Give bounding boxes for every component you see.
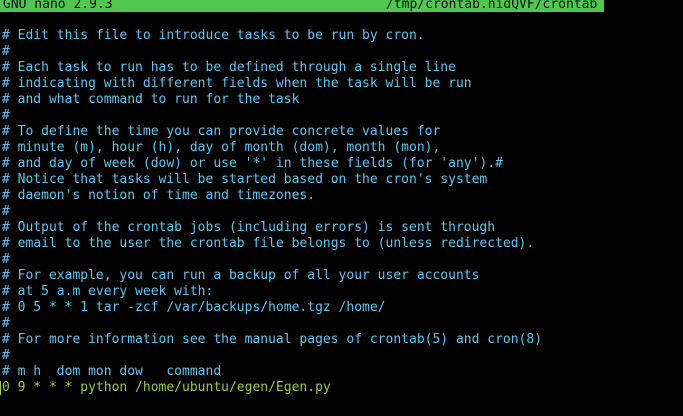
- line-edge-marker: [0, 381, 1, 395]
- editor-line[interactable]: # Notice that tasks will be started base…: [2, 172, 683, 188]
- editor-line[interactable]: # at 5 a.m every week with:: [2, 284, 683, 300]
- editor-line[interactable]: # For example, you can run a backup of a…: [2, 268, 683, 284]
- editor-line[interactable]: # For more information see the manual pa…: [2, 332, 683, 348]
- editor-line[interactable]: # indicating with different fields when …: [2, 76, 683, 92]
- editor-line[interactable]: #: [2, 316, 683, 332]
- editor-line[interactable]: # Each task to run has to be defined thr…: [2, 60, 683, 76]
- editor-line[interactable]: # To define the time you can provide con…: [2, 124, 683, 140]
- editor-line[interactable]: # m h dom mon dow command: [2, 364, 683, 380]
- editor-line[interactable]: # daemon's notion of time and timezones.: [2, 188, 683, 204]
- editor-line[interactable]: # email to the user the crontab file bel…: [2, 236, 683, 252]
- cron-job-line[interactable]: 0 9 * * * python /home/ubuntu/egen/Egen.…: [2, 380, 683, 396]
- editor-line[interactable]: # Output of the crontab jobs (including …: [2, 220, 683, 236]
- editor-line[interactable]: #: [2, 252, 683, 268]
- editor-line[interactable]: #: [2, 348, 683, 364]
- editor-line[interactable]: # Edit this file to introduce tasks to b…: [2, 28, 683, 44]
- text-editor-area[interactable]: # Edit this file to introduce tasks to b…: [2, 28, 683, 396]
- editor-line[interactable]: #: [2, 44, 683, 60]
- editor-line[interactable]: # 0 5 * * 1 tar -zcf /var/backups/home.t…: [2, 300, 683, 316]
- editor-line[interactable]: # and day of week (dow) or use '*' in th…: [2, 156, 683, 172]
- editor-line[interactable]: #: [2, 204, 683, 220]
- nano-terminal-window: GNU nano 2.9.3 /tmp/crontab.hidQVF/cront…: [0, 0, 683, 416]
- editor-version-label: GNU nano 2.9.3: [3, 0, 113, 12]
- editor-line[interactable]: # and what command to run for the task: [2, 92, 683, 108]
- editor-line[interactable]: #: [2, 108, 683, 124]
- nano-title-bar: GNU nano 2.9.3 /tmp/crontab.hidQVF/cront…: [0, 0, 604, 12]
- editor-line[interactable]: # minute (m), hour (h), day of month (do…: [2, 140, 683, 156]
- file-path-label: /tmp/crontab.hidQVF/crontab: [386, 0, 598, 12]
